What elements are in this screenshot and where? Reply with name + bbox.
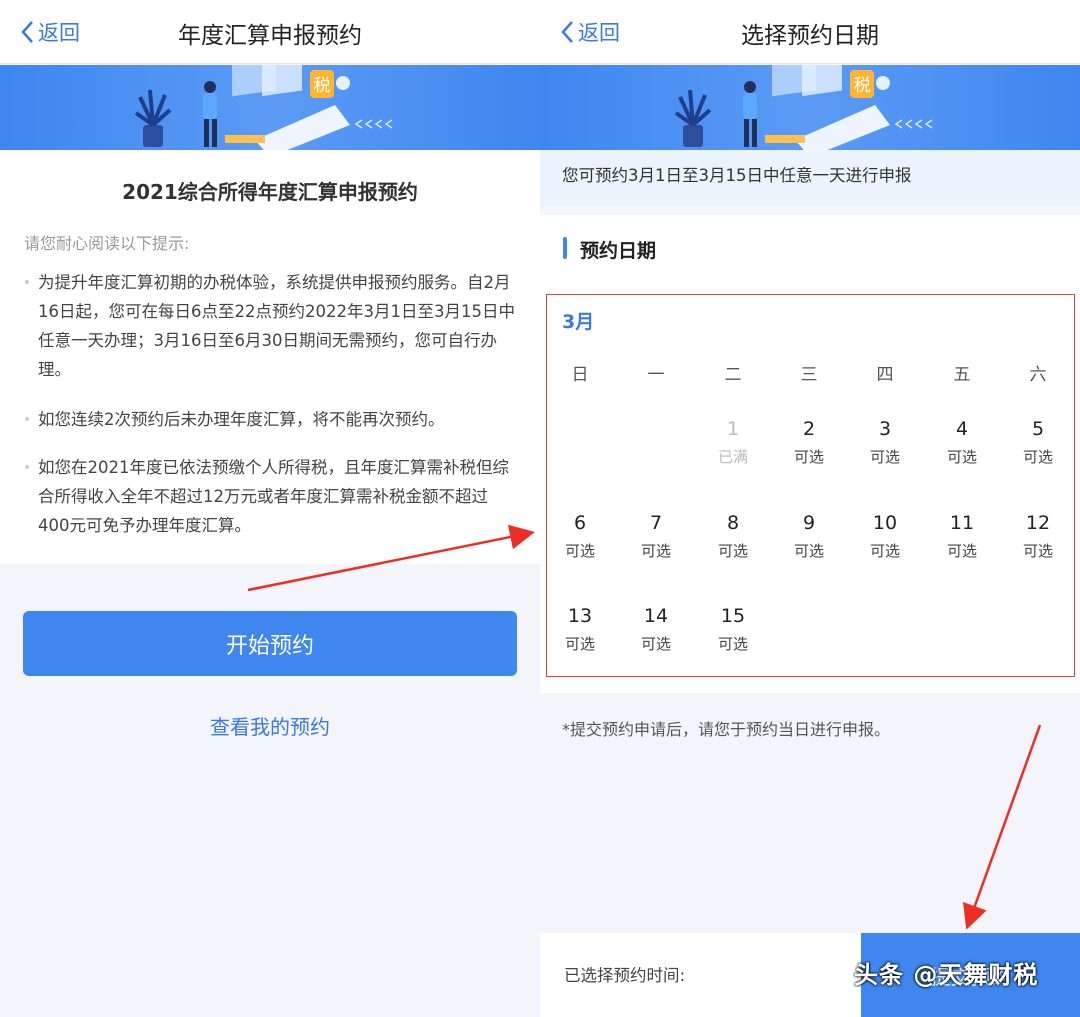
- day-number: 1: [726, 418, 740, 440]
- day-number: 12: [1025, 512, 1051, 534]
- nav-bar: 返回 选择预约日期: [540, 0, 1080, 64]
- right-screen: 返回 选择预约日期 税 您可预约3月1日至3月15日中任意一天进行申报 预约日期…: [540, 0, 1080, 1017]
- bullet-3: 如您在2021年度已依法预缴个人所得税，且年度汇算需补税但综合所得收入全年不超过…: [25, 453, 518, 540]
- watermark: 头条 @天舞财税: [854, 961, 1039, 989]
- footer-note: *提交预约申请后，请您于预约当日进行申报。: [562, 720, 891, 739]
- weekday-label: 五: [953, 365, 971, 385]
- day-number: 10: [872, 512, 898, 534]
- calendar-day[interactable]: 6 可选: [550, 512, 610, 561]
- weekday-label: 日: [571, 365, 589, 385]
- day-status: 可选: [869, 542, 900, 560]
- day-status: 已满: [717, 448, 748, 466]
- day-status: 可选: [640, 542, 671, 560]
- day-number: 15: [720, 605, 746, 627]
- page-title: 选择预约日期: [741, 23, 879, 49]
- weekday-label: 六: [1029, 365, 1047, 385]
- day-status: 可选: [946, 542, 977, 560]
- calendar-day: 1 已满: [703, 418, 763, 467]
- tax-badge-text: 税: [854, 76, 871, 96]
- day-status: 可选: [946, 448, 977, 466]
- day-status: 可选: [793, 542, 824, 560]
- bullet-2: 如您连续2次预约后未办理年度汇算，将不能再次预约。: [25, 405, 518, 434]
- day-number: 11: [949, 512, 975, 534]
- calendar-day[interactable]: 11 可选: [932, 512, 992, 561]
- calendar-month: 3月: [562, 311, 595, 333]
- weekday-label: 一: [647, 365, 665, 385]
- banner: 税: [540, 65, 1080, 150]
- day-number: 7: [649, 512, 663, 534]
- calendar-day[interactable]: 9 可选: [779, 512, 839, 561]
- day-status: 可选: [869, 448, 900, 466]
- section-accent-bar: [563, 237, 567, 259]
- section-title: 预约日期: [580, 240, 657, 262]
- notice-bar: 您可预约3月1日至3月15日中任意一天进行申报: [540, 150, 1080, 205]
- day-status: 可选: [564, 635, 595, 653]
- banner-illustration: 税: [134, 65, 393, 150]
- person-icon: [203, 81, 217, 147]
- day-number: 13: [567, 605, 593, 627]
- day-number: 9: [802, 512, 816, 534]
- calendar-day[interactable]: 7 可选: [626, 512, 686, 561]
- person-icon: [743, 81, 757, 147]
- selected-time-label: 已选择预约时间:: [564, 966, 686, 985]
- calendar-day[interactable]: 15 可选: [703, 605, 763, 654]
- day-status: 可选: [793, 448, 824, 466]
- day-number: 2: [802, 418, 816, 440]
- day-status: 可选: [640, 635, 671, 653]
- day-status: 可选: [1022, 542, 1053, 560]
- calendar-day[interactable]: 14 可选: [626, 605, 686, 654]
- card-title: 2021综合所得年度汇算申报预约: [122, 180, 418, 204]
- view-my-reservation-link[interactable]: 查看我的预约: [0, 711, 540, 740]
- calendar-day[interactable]: 8 可选: [703, 512, 763, 561]
- page-title: 年度汇算申报预约: [178, 23, 362, 49]
- weekday-label: 三: [800, 365, 818, 385]
- plant-icon: [674, 89, 712, 147]
- calendar-day[interactable]: 4 可选: [932, 418, 992, 467]
- weekday-label: 二: [724, 365, 742, 385]
- calendar-day[interactable]: 2 可选: [779, 418, 839, 467]
- weekday-label: 四: [876, 365, 894, 385]
- day-number: 3: [878, 418, 892, 440]
- day-number: 6: [573, 512, 587, 534]
- day-status: 可选: [717, 635, 748, 653]
- day-status: 可选: [717, 542, 748, 560]
- calendar-day[interactable]: 3 可选: [855, 418, 915, 467]
- tax-badge-text: 税: [314, 76, 331, 96]
- start-reservation-button[interactable]: 开始预约: [23, 611, 517, 676]
- plant-icon: [134, 89, 172, 147]
- hint-text: 请您耐心阅读以下提示:: [24, 234, 190, 253]
- day-number: 4: [955, 418, 969, 440]
- day-number: 5: [1031, 418, 1045, 440]
- day-status: 可选: [1022, 448, 1053, 466]
- nav-bar: 返回 年度汇算申报预约: [0, 0, 540, 64]
- day-number: 8: [726, 512, 740, 534]
- bullet-1: 为提升年度汇算初期的办税体验，系统提供申报预约服务。自2月16日起，您可在每日6…: [25, 268, 518, 384]
- calendar-day[interactable]: 12 可选: [1008, 512, 1068, 561]
- banner: 税: [0, 65, 540, 150]
- day-status: 可选: [564, 542, 595, 560]
- banner-illustration: 税: [674, 65, 933, 150]
- calendar-day[interactable]: 5 可选: [1008, 418, 1068, 467]
- left-screen: 返回 年度汇算申报预约 税 2021综合所得年度汇算申报预约 请您耐心阅读以下提…: [0, 0, 540, 1017]
- day-number: 14: [643, 605, 669, 627]
- calendar-day[interactable]: 13 可选: [550, 605, 610, 654]
- calendar-day[interactable]: 10 可选: [855, 512, 915, 561]
